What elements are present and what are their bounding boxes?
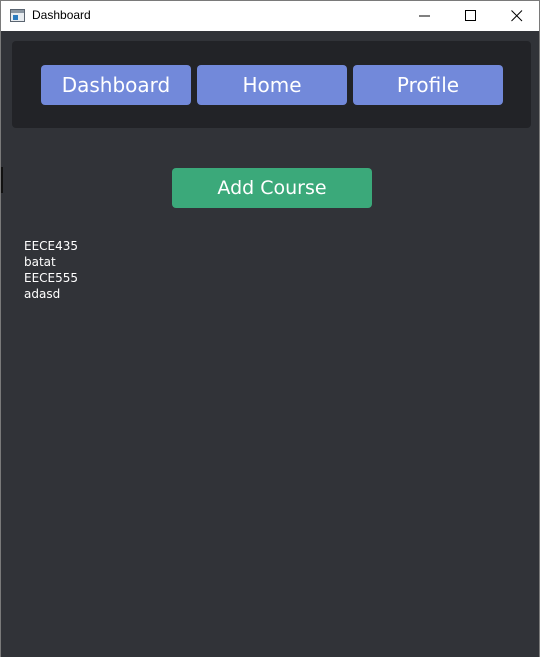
dashboard-nav-button[interactable]: Dashboard [41, 65, 191, 105]
course-item[interactable]: EECE435 [24, 238, 78, 254]
course-list: EECE435 batat EECE555 adasd [24, 238, 78, 302]
app-window-icon [10, 9, 25, 22]
app-window: Dashboard Dashboard Home Profile Add Cou… [0, 0, 540, 657]
close-button[interactable] [494, 1, 540, 31]
course-item[interactable]: adasd [24, 286, 78, 302]
profile-nav-button[interactable]: Profile [353, 65, 503, 105]
course-item[interactable]: EECE555 [24, 270, 78, 286]
nav-bar: Dashboard Home Profile [12, 41, 531, 128]
add-course-button[interactable]: Add Course [172, 168, 372, 208]
maximize-button[interactable] [448, 1, 494, 31]
close-icon [511, 10, 523, 22]
title-bar[interactable]: Dashboard [1, 1, 539, 31]
maximize-icon [465, 10, 476, 21]
home-nav-button[interactable]: Home [197, 65, 347, 105]
dashboard-content: Dashboard Home Profile Add Course EECE43… [1, 31, 539, 657]
minimize-icon [419, 15, 430, 17]
window-title: Dashboard [32, 8, 91, 22]
minimize-button[interactable] [402, 1, 448, 31]
course-item[interactable]: batat [24, 254, 78, 270]
window-edge-mark [1, 167, 3, 193]
